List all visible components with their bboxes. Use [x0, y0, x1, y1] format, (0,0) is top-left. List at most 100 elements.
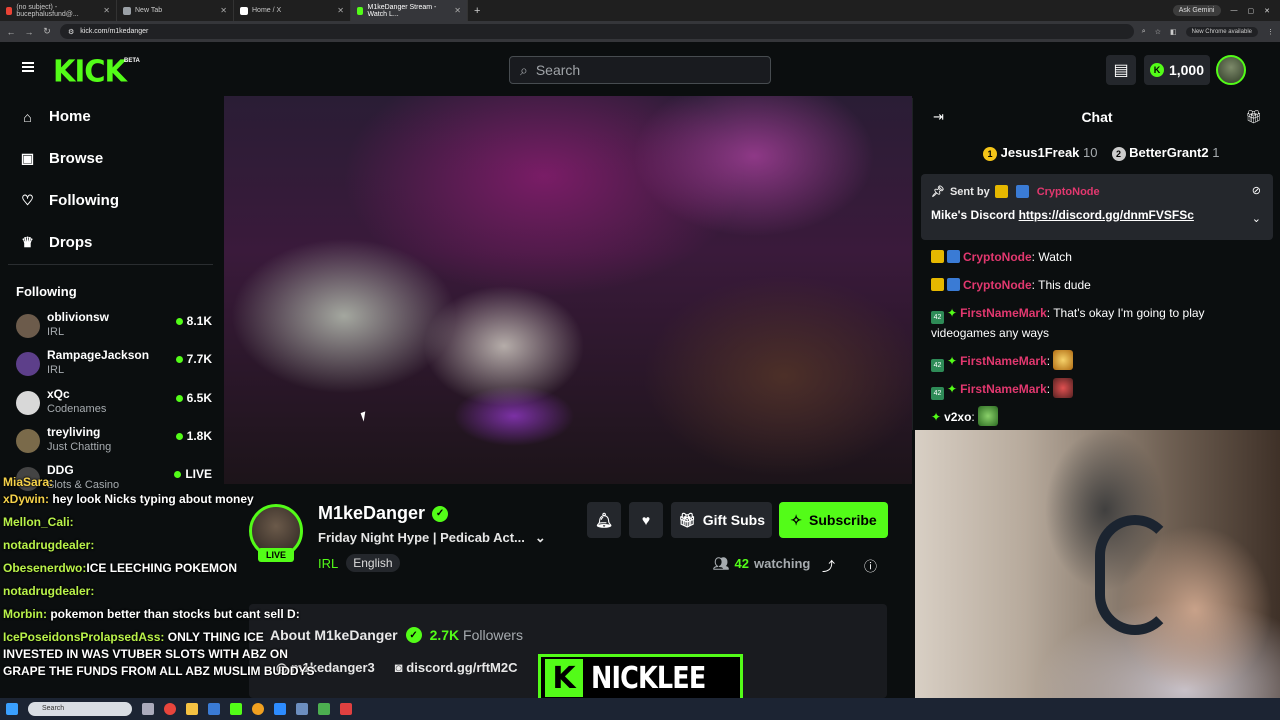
address-bar: ← → ↻ ⚙ kick.com/m1kedanger ⌕ ☆ ◧ New Ch… — [0, 21, 1280, 42]
app-icon[interactable] — [252, 703, 264, 715]
close-icon[interactable]: ✕ — [454, 6, 461, 15]
overlay-chat-line: IcePoseidonsProlapsedAss: ONLY THING ICE — [3, 630, 264, 644]
chevron-down-icon[interactable]: ⌄ — [1252, 212, 1261, 225]
overlay-chat-line: notadrugdealer: — [3, 584, 95, 598]
new-chrome-available-button[interactable]: New Chrome available — [1185, 26, 1258, 37]
app-icon[interactable] — [230, 703, 242, 715]
bookmark-star-icon[interactable]: ☆ — [1155, 28, 1161, 36]
kick-coin-icon: K — [1149, 63, 1164, 77]
overlay-chat-line: INVESTED IN WAS VTUBER SLOTS WITH ABZ ON — [3, 647, 288, 661]
app-icon[interactable] — [318, 703, 330, 715]
gift-icon[interactable]: 🎁︎ — [1245, 109, 1262, 125]
windows-start-icon[interactable] — [6, 703, 18, 715]
avatar — [16, 391, 40, 415]
x-logo-icon — [240, 6, 248, 15]
search-input[interactable]: ⌕ Search — [509, 56, 771, 84]
following-channel-treyliving[interactable]: treyliving Just Chatting 1.8K — [16, 425, 212, 459]
language-tag[interactable]: English — [346, 554, 400, 572]
sub-badge-icon: 42 — [931, 311, 944, 324]
crown-badge-icon — [994, 185, 1008, 198]
user-avatar[interactable] — [1216, 55, 1246, 85]
heart-icon: ♥ — [641, 512, 651, 528]
chevron-down-icon[interactable]: ⌄ — [535, 530, 546, 546]
chrome-icon[interactable] — [164, 703, 176, 715]
browser-tab-newtab[interactable]: New Tab ✕ — [117, 0, 234, 21]
maximize-icon[interactable]: ▢ — [1248, 7, 1255, 15]
menu-icon[interactable] — [22, 62, 34, 72]
app-icon[interactable] — [274, 703, 286, 715]
site-header: KICK BETA ⌕ Search ▤ K 1,000 — [0, 42, 1280, 98]
file-explorer-icon[interactable] — [186, 703, 198, 715]
new-tab-button[interactable]: + — [468, 5, 486, 17]
menu-dots-icon[interactable]: ⋮ — [1267, 28, 1274, 36]
stream-chat-overlay: MiaSara: xDywin: hey look Nicks typing a… — [3, 474, 315, 680]
browser-tab-x[interactable]: Home / X ✕ — [234, 0, 351, 21]
discord-link[interactable]: https://discord.gg/dnmFVSFSc — [1019, 208, 1194, 222]
follow-button[interactable]: ♥ — [629, 502, 663, 538]
hide-eye-icon[interactable]: ⊘ — [1252, 184, 1261, 197]
close-icon[interactable]: ✕ — [337, 6, 344, 15]
about-heading: About M1keDanger ✓ 2.7K Followers — [270, 627, 523, 643]
gmail-icon — [6, 6, 13, 15]
store-icon[interactable] — [208, 703, 220, 715]
kick-coins-button[interactable]: K 1,000 — [1144, 55, 1210, 85]
discord-link[interactable]: ◙ discord.gg/rftM2C — [395, 660, 518, 676]
stream-title[interactable]: Friday Night Hype | Pedicab Act... ⌄ — [318, 530, 546, 546]
share-icon[interactable]: ⤴ — [822, 556, 835, 575]
site-info-icon[interactable]: ⚙ — [68, 28, 74, 36]
following-channel-xqc[interactable]: xQc Codenames 6.5K — [16, 387, 212, 421]
stream-category: IRL English — [318, 554, 400, 572]
forward-icon[interactable]: → — [24, 27, 34, 37]
headset — [1095, 515, 1175, 635]
subscribe-button[interactable]: ✧ Subscribe — [779, 502, 888, 538]
reload-icon[interactable]: ↻ — [42, 26, 52, 37]
category-link[interactable]: IRL — [318, 556, 338, 571]
app-icon[interactable] — [296, 703, 308, 715]
heart-icon: ♡ — [21, 192, 34, 208]
close-window-icon[interactable]: ✕ — [1264, 7, 1270, 15]
overlay-chat-line: Obesenerdwo:ICE LEECHING POKEMON — [3, 561, 238, 575]
more-info-icon[interactable]: ⓘ — [864, 556, 877, 575]
chrome-icon — [123, 6, 131, 15]
task-view-icon[interactable] — [142, 703, 154, 715]
collapse-chat-icon[interactable]: ⇥ — [933, 109, 944, 125]
avatar — [16, 429, 40, 453]
home-icon: ⌂ — [23, 108, 32, 125]
extensions-icon[interactable]: ◧ — [1170, 28, 1177, 36]
browser-tab-kick[interactable]: M1keDanger Stream - Watch L... ✕ — [351, 0, 468, 21]
overlay-chat-line: GRAPE THE FUNDS FROM ALL ABZ MUSLIM BUDD… — [3, 664, 315, 678]
minimize-icon[interactable]: — — [1231, 7, 1238, 14]
nav-home[interactable]: ⌂ Home — [20, 108, 90, 125]
moderator-badge-icon — [1015, 185, 1029, 198]
back-icon[interactable]: ← — [6, 27, 16, 37]
chat-message: 42 ✦ FirstNameMark: — [931, 378, 1271, 400]
gift-leaderboard: 1 Jesus1Freak 10 2 BetterGrant2 1 — [983, 145, 1219, 161]
nav-following[interactable]: ♡ Following — [20, 192, 119, 209]
kick-logo[interactable]: KICK — [53, 53, 127, 89]
following-channel-oblivionsw[interactable]: oblivionsw IRL 8.1K — [16, 310, 212, 344]
following-channel-rampagejackson[interactable]: RampageJackson IRL 7.7K — [16, 348, 212, 382]
gift-subs-button[interactable]: 🎁︎ Gift Subs — [671, 502, 772, 538]
video-player[interactable] — [224, 96, 912, 484]
leader-item[interactable]: 2 BetterGrant2 1 — [1111, 145, 1219, 161]
viewer-count: 👥︎ 42 watching — [713, 556, 811, 571]
nav-drops[interactable]: ♛ Drops — [20, 234, 92, 251]
inbox-button[interactable]: ▤ — [1106, 55, 1136, 85]
nav-browse[interactable]: ▣ Browse — [20, 150, 103, 167]
ask-gemini-button[interactable]: Ask Gemini — [1172, 5, 1221, 16]
chat-message: ✦ v2xo: — [931, 406, 1271, 427]
url-field[interactable]: ⚙ kick.com/m1kedanger — [60, 24, 1134, 39]
notifications-button[interactable]: 🔔︎ — [587, 502, 621, 538]
streamer-name[interactable]: M1keDanger ✓ — [318, 503, 449, 524]
browser-tab-gmail[interactable]: (no subject) - bucephalusfund@... ✕ — [0, 0, 117, 21]
leader-item[interactable]: 1 Jesus1Freak 10 — [983, 145, 1098, 161]
viewers-icon: 👥︎ — [713, 556, 730, 571]
overlay-chat-line: notadrugdealer: — [3, 538, 95, 552]
moderator-badge-icon — [947, 250, 960, 263]
close-icon[interactable]: ✕ — [220, 6, 227, 15]
close-icon[interactable]: ✕ — [103, 6, 110, 15]
og-badge-icon: ✦ — [931, 410, 942, 424]
app-icon[interactable] — [340, 703, 352, 715]
taskbar-search[interactable]: Search — [28, 702, 132, 716]
zoom-icon[interactable]: ⌕ — [1142, 28, 1146, 36]
